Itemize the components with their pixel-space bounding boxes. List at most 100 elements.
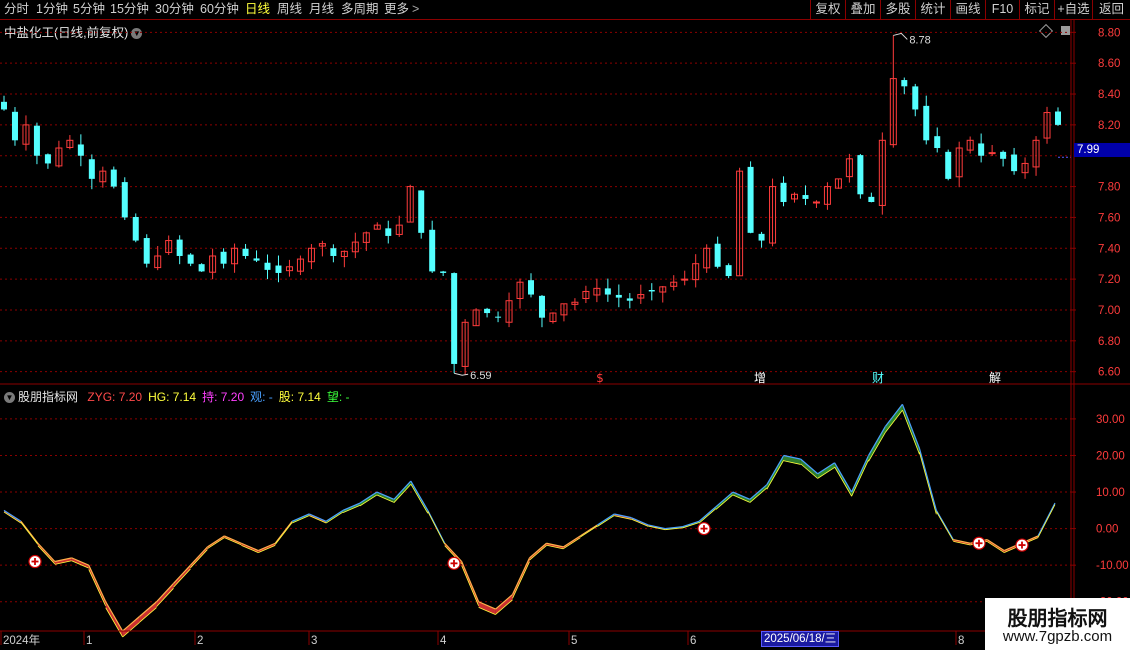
- kline-chart-canvas[interactable]: 8.78 6.59 $ 增 财 解 8.80 8.60 8.40 8.20 7.80 7.60 7.4…: [0, 0, 1130, 650]
- candle-body-down: [176, 239, 183, 256]
- candlestick-series: 8.78 6.59 $ 增 财 解: [1, 32, 1071, 385]
- candle-body-down: [538, 295, 545, 318]
- indicator-line-lower: [681, 522, 700, 529]
- indicator-line-lower: [935, 511, 954, 542]
- indicator-line-lower: [325, 511, 344, 524]
- indicator-line-lower: [834, 466, 852, 497]
- candle-body-down: [802, 195, 809, 199]
- candle-body-down: [187, 254, 194, 264]
- indicator-line: [325, 509, 344, 522]
- indicator-title-bar: ▼ 股朋指标网 ZYG: 7.20 HG: 7.14 持: 7.20 观: - 股: 7.…: [4, 388, 362, 405]
- time-tick-label: 8: [958, 635, 964, 647]
- candle-body-down: [945, 151, 952, 179]
- indicator-line-lower: [529, 545, 547, 561]
- candle-body-down: [495, 316, 502, 318]
- indicator-line: [935, 510, 954, 540]
- indicator-line: [918, 448, 937, 511]
- candle-body-down: [88, 159, 95, 179]
- indicator-line-lower: [207, 537, 225, 550]
- event-marker: 解: [989, 371, 1001, 385]
- time-tick-label: 5: [571, 635, 577, 647]
- indicator-line: [1037, 502, 1056, 537]
- price-tick-label: 8.80: [1098, 27, 1120, 39]
- candle-body-down: [857, 155, 864, 195]
- indicator-tick-label: 20.00: [1096, 450, 1125, 462]
- indicator-line-lower: [224, 537, 242, 546]
- indicator-line: [868, 425, 887, 456]
- indicator-line-lower: [274, 522, 293, 545]
- indicator-line: [88, 564, 107, 602]
- indicator-tick-label: 0.00: [1096, 524, 1118, 536]
- cursor-date-label: 2025/06/18/三: [761, 631, 840, 647]
- sub-grid: [0, 418, 1071, 603]
- candle-body-down: [1000, 151, 1007, 159]
- indicator-band: [495, 594, 513, 615]
- time-tick-label: 2024年: [3, 633, 40, 647]
- indicator-line-lower: [580, 525, 598, 538]
- indicator-line: [105, 601, 124, 632]
- candle-body-down: [725, 265, 732, 277]
- candle-body-down: [220, 251, 227, 264]
- indicator-value-2: 持: 7.20: [202, 390, 245, 404]
- candle-body-down: [198, 264, 205, 272]
- candle-body-down: [714, 243, 721, 267]
- indicator-line: [359, 491, 378, 504]
- indicator-line-lower: [20, 522, 39, 545]
- candle-body-down: [242, 248, 249, 256]
- candle-body-down: [923, 105, 930, 141]
- price-tick-label: 7.80: [1098, 182, 1120, 194]
- price-tick-label: 7.60: [1098, 212, 1120, 224]
- axes: 8.80 8.60 8.40 8.20 7.80 7.60 7.40 7.20 7.00 6.80…: [0, 20, 1130, 647]
- indicator-line-lower: [1037, 504, 1056, 538]
- indicator-line-lower: [885, 410, 903, 433]
- event-marker: 财: [872, 371, 884, 385]
- current-price-tag: 7.99: [1074, 143, 1130, 157]
- indicator-line: [630, 517, 649, 526]
- price-tick-label: 8.40: [1098, 89, 1120, 101]
- indicator-line: [258, 542, 276, 552]
- candle-body-down: [11, 111, 18, 141]
- indicator-line: [529, 542, 547, 559]
- indicator-line: [715, 491, 734, 508]
- site-watermark: 股朋指标网 www.7gpzb.com: [985, 598, 1130, 650]
- indicator-line-lower: [173, 568, 191, 588]
- candle-body-down: [44, 154, 51, 164]
- candle-body-down: [978, 143, 985, 156]
- indicator-line-lower: [698, 508, 717, 524]
- indicator-line: [156, 583, 174, 603]
- indicator-line-lower: [190, 549, 208, 569]
- indicator-line-lower: [986, 541, 1005, 553]
- indicator-line-lower: [105, 607, 124, 638]
- indicator-line: [834, 462, 853, 493]
- candle-body-down: [264, 262, 271, 270]
- indicator-line: [427, 510, 446, 544]
- indicator-line: [20, 520, 39, 544]
- watermark-url: www.7gpzb.com: [1002, 628, 1113, 645]
- indicator-line: [512, 557, 531, 595]
- candle-body-down: [1055, 111, 1061, 125]
- high-price-label: 8.78: [909, 34, 930, 46]
- indicator-line: [207, 535, 225, 548]
- candle-body-down: [385, 228, 392, 236]
- candle-body-down: [132, 216, 139, 241]
- candle-body-down: [110, 169, 117, 187]
- indicator-band: [122, 616, 140, 637]
- candle-body-down: [747, 166, 754, 233]
- candle-body-down: [615, 294, 622, 298]
- candle-body-down: [121, 182, 128, 218]
- indicator-line: [274, 520, 293, 544]
- candle-body-up: [988, 152, 996, 155]
- candle-body-down: [253, 258, 260, 261]
- chevron-down-icon[interactable]: ▼: [4, 392, 15, 404]
- indicator-line-lower: [461, 565, 480, 607]
- indicator-line: [224, 535, 242, 544]
- indicator-line-lower: [715, 494, 734, 510]
- candle-body-down: [1011, 154, 1018, 172]
- indicator-line: [173, 564, 191, 584]
- indicator-value-0: ZYG: 7.20: [87, 390, 143, 404]
- time-tick-label: 1: [86, 635, 92, 647]
- indicator-tick-label: -10.00: [1096, 560, 1129, 572]
- indicator-value-1: HG: 7.14: [148, 390, 197, 404]
- indicator-line: [410, 480, 429, 511]
- candle-body-down: [648, 290, 655, 292]
